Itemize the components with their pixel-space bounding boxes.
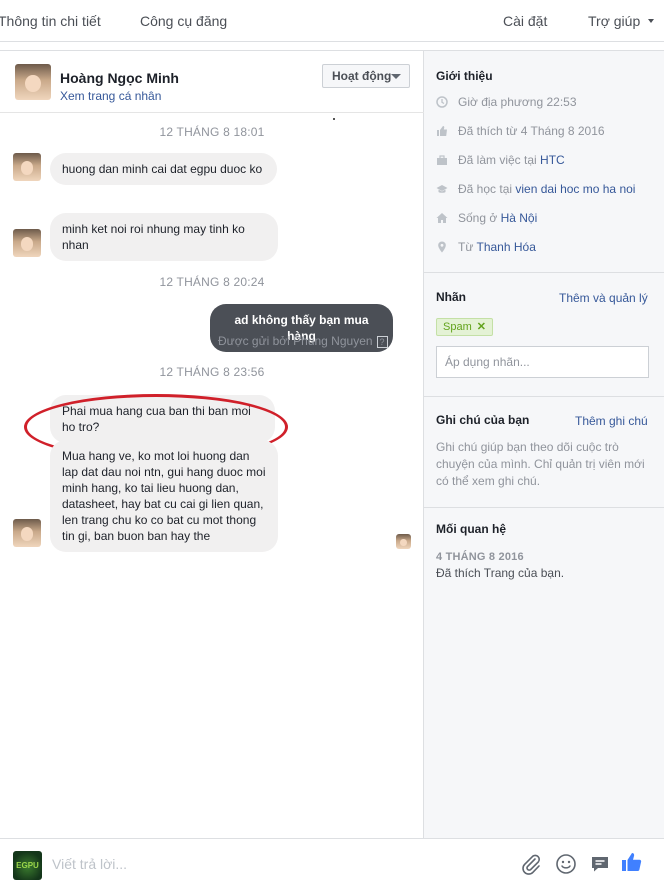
message-avatar[interactable]: [13, 519, 41, 547]
home-icon: [436, 213, 448, 223]
from-place-link[interactable]: Thanh Hóa: [477, 240, 536, 254]
relationship-text: Đã thích Trang của bạn.: [436, 566, 565, 580]
graduation-cap-icon: [436, 185, 448, 193]
liked-since-row: Đã thích từ 4 Tháng 8 2016: [436, 124, 605, 140]
nav-help[interactable]: Trợ giúp: [588, 13, 640, 29]
study-place-link[interactable]: vien dai hoc mo ha noi: [515, 182, 635, 196]
top-nav: Thông tin chi tiết Công cụ đăng Cài đặt …: [0, 0, 664, 42]
notes-title: Ghi chú của bạn: [436, 413, 530, 427]
customer-info-panel: Giới thiệu Giờ địa phương 22:53 Đã thích…: [424, 50, 664, 838]
work-row: Đã làm việc tại HTC: [436, 153, 565, 169]
relationship-title: Mối quan hệ: [436, 522, 506, 536]
divider: [424, 396, 664, 397]
conversation-panel: Hoàng Ngọc Minh Xem trang cá nhân Hoạt đ…: [0, 50, 424, 838]
timestamp: 12 THÁNG 8 23:56: [159, 365, 265, 379]
conversation-header: Hoàng Ngọc Minh Xem trang cá nhân Hoạt đ…: [0, 51, 424, 113]
spam-tag-label: Spam: [443, 321, 472, 333]
briefcase-icon: [437, 155, 447, 165]
from-prefix: Từ: [458, 240, 474, 254]
local-time-value: 22:53: [546, 95, 577, 109]
message-avatar[interactable]: [13, 229, 41, 257]
work-prefix: Đã làm việc tại: [458, 153, 537, 167]
spam-tag[interactable]: Spam ✕: [436, 318, 493, 336]
divider: [424, 507, 664, 508]
like-icon[interactable]: [620, 850, 644, 874]
thumbs-up-icon: [437, 126, 447, 136]
nav-publishing-tools[interactable]: Công cụ đăng: [140, 13, 227, 29]
divider: [424, 272, 664, 273]
nav-settings[interactable]: Cài đặt: [503, 13, 547, 29]
relationship-date: 4 THÁNG 8 2016: [436, 551, 524, 563]
from-row: Từ Thanh Hóa: [436, 240, 536, 256]
help-dropdown-caret-icon[interactable]: [648, 19, 654, 23]
sent-by-note: Được gửi bởi Phung Nguyen?: [218, 334, 388, 348]
timestamp: 12 THÁNG 8 20:24: [159, 275, 265, 289]
lives-place-link[interactable]: Hà Nội: [501, 211, 538, 225]
contact-avatar[interactable]: [15, 64, 51, 100]
incoming-message: huong dan minh cai dat egpu duoc ko: [50, 153, 277, 185]
reply-bar: EGPU Viết trả lời...: [0, 838, 664, 892]
timestamp: 12 THÁNG 8 18:01: [159, 125, 265, 139]
contact-name[interactable]: Hoàng Ngọc Minh: [60, 70, 179, 86]
decorative-dot: [333, 118, 335, 120]
status-dropdown-button[interactable]: Hoạt động: [322, 64, 410, 88]
notes-help-text: Ghi chú giúp bạn theo dõi cuộc trò chuyệ…: [436, 440, 645, 488]
clock-icon: [436, 96, 448, 108]
intro-title: Giới thiệu: [436, 69, 493, 83]
lives-row: Sống ở Hà Nội: [436, 211, 537, 227]
location-pin-icon: [438, 241, 446, 253]
status-button-label: Hoạt động: [332, 69, 392, 83]
incoming-message: minh ket noi roi nhung may tinh ko nhan: [50, 213, 278, 261]
sent-by-text: Được gửi bởi Phung Nguyen: [218, 334, 373, 348]
study-row: Đã học tại vien dai hoc mo ha noi: [436, 182, 635, 198]
reply-input[interactable]: Viết trả lời...: [52, 856, 127, 872]
work-place-link[interactable]: HTC: [540, 153, 565, 167]
local-time-row: Giờ địa phương 22:53: [436, 95, 577, 111]
chevron-down-icon: [391, 74, 401, 79]
page-avatar: EGPU: [13, 851, 42, 880]
remove-tag-icon[interactable]: ✕: [477, 321, 486, 333]
saved-reply-icon[interactable]: [589, 853, 611, 875]
labels-title: Nhãn: [436, 290, 466, 304]
view-profile-link[interactable]: Xem trang cá nhân: [60, 89, 161, 103]
study-prefix: Đã học tại: [458, 182, 513, 196]
paperclip-icon[interactable]: [520, 853, 542, 875]
message-avatar[interactable]: [13, 153, 41, 181]
apply-label-input[interactable]: Áp dụng nhãn...: [436, 346, 649, 378]
lives-prefix: Sống ở: [458, 211, 498, 225]
add-note-link[interactable]: Thêm ghi chú: [575, 414, 648, 428]
incoming-message: Mua hang ve, ko mot loi huong dan lap da…: [50, 440, 278, 552]
emoji-icon[interactable]: [555, 853, 577, 875]
local-time-label: Giờ địa phương: [458, 95, 544, 109]
nav-details[interactable]: Thông tin chi tiết: [0, 13, 101, 29]
add-manage-labels-link[interactable]: Thêm và quản lý: [559, 291, 648, 305]
liked-since-text: Đã thích từ 4 Tháng 8 2016: [458, 124, 605, 138]
sent-by-help-icon[interactable]: ?: [376, 336, 388, 348]
seen-receipt-avatar: [396, 534, 411, 549]
